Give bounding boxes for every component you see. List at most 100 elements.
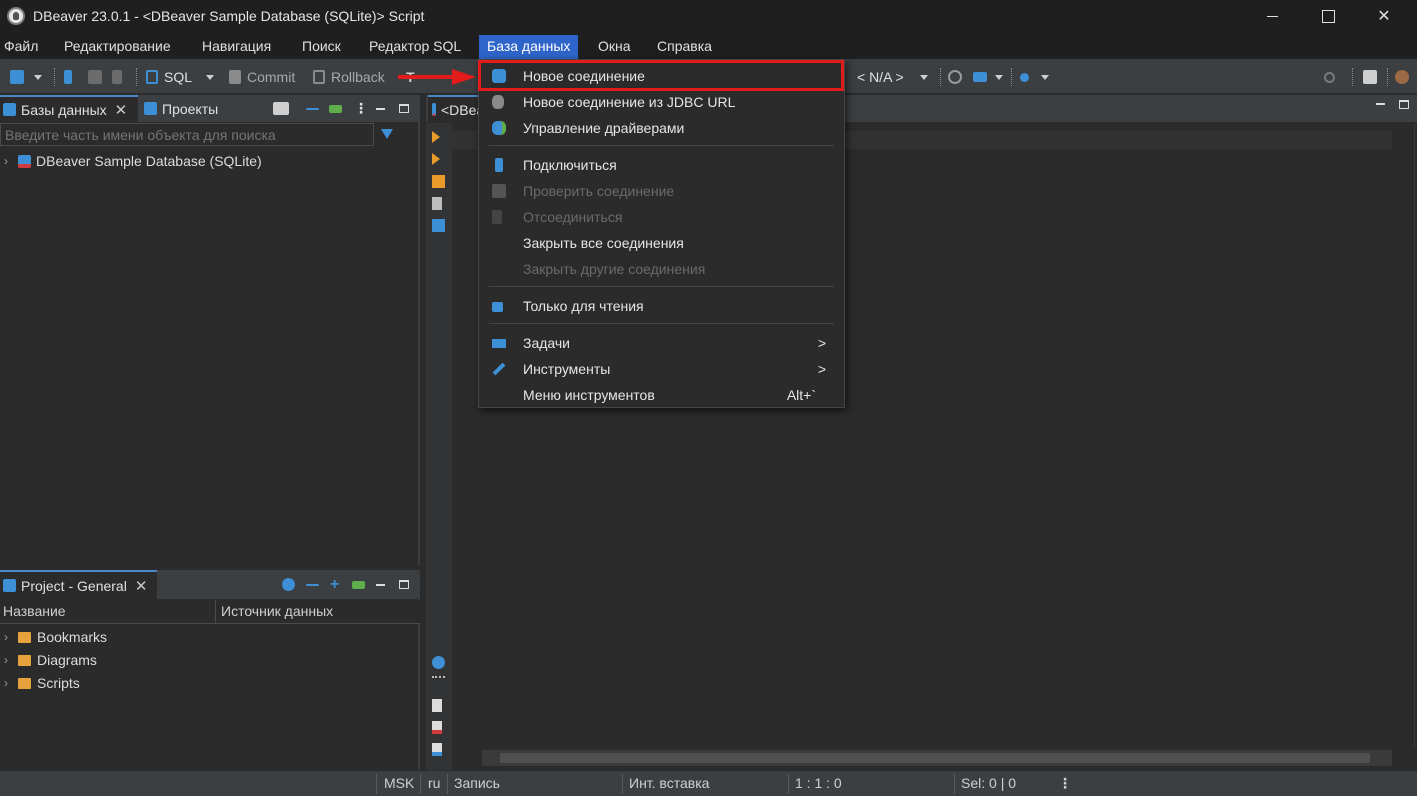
search-icon [1324, 71, 1335, 83]
maximize-panel-button[interactable] [399, 95, 409, 122]
lock-icon [492, 302, 503, 312]
commit-button[interactable]: Commit [229, 67, 295, 87]
menu-edit[interactable]: Редактирование [56, 35, 179, 59]
menu-window[interactable]: Окна [590, 35, 639, 59]
minimize-panel-button[interactable] [376, 95, 385, 122]
project-item-bookmarks[interactable]: › Bookmarks [4, 627, 107, 647]
menu-check-connection[interactable]: Проверить соединение [479, 178, 844, 204]
navigator-filter-input[interactable] [0, 123, 374, 146]
maximize-button[interactable] [1305, 0, 1351, 32]
more-icon[interactable] [432, 676, 445, 678]
menu-tasks[interactable]: Задачи > [479, 330, 844, 356]
dbeaver-perspective-button[interactable] [1395, 67, 1409, 87]
menu-search[interactable]: Поиск [294, 35, 349, 59]
toolbar-separator [136, 68, 137, 86]
tab-projects-label: Проекты [162, 100, 219, 117]
collapse-all-button[interactable] [306, 570, 324, 599]
project-table-header: Название Источник данных [0, 600, 420, 624]
menu-close-all-connections[interactable]: Закрыть все соединения [479, 230, 844, 256]
minimize-editor-button[interactable] [1376, 103, 1385, 105]
maximize-panel-button[interactable] [399, 570, 409, 599]
rollback-button[interactable]: Rollback [313, 67, 385, 87]
gauge-icon [948, 70, 962, 84]
connect-toolbar-button[interactable] [64, 67, 72, 87]
tab-databases[interactable]: Базы данных ✕ [0, 95, 138, 122]
minimize-panel-button[interactable] [376, 570, 385, 599]
check-connection-toolbar-button[interactable] [88, 67, 102, 87]
menu-database[interactable]: База данных [479, 35, 579, 59]
tools-icon [492, 362, 506, 376]
close-icon[interactable]: ✕ [115, 101, 128, 119]
link-editor-button[interactable] [352, 570, 370, 599]
close-icon[interactable]: ✕ [135, 577, 148, 595]
tab-projects[interactable]: Проекты [142, 95, 218, 122]
project-item-scripts[interactable]: › Scripts [4, 673, 80, 693]
minimize-button[interactable] [1249, 0, 1295, 32]
schema-selector[interactable]: < N/A > [843, 67, 928, 87]
menu-driver-manager[interactable]: Управление драйверами [479, 115, 844, 141]
column-name-header[interactable]: Название [3, 603, 66, 619]
menu-close-other-connections[interactable]: Закрыть другие соединения [479, 256, 844, 282]
menu-tools-menu[interactable]: Меню инструментов Alt+` [479, 382, 844, 408]
status-more-icon[interactable]: ⋮ [1058, 775, 1072, 792]
database-icon [492, 95, 504, 109]
configure-button[interactable] [282, 570, 300, 599]
menu-sql-editor[interactable]: Редактор SQL [361, 35, 469, 59]
tab-project-general[interactable]: Project - General ✕ [0, 570, 157, 599]
collapse-all-button[interactable] [306, 95, 324, 122]
expand-all-button[interactable]: + [330, 570, 339, 599]
chevron-down-icon [1041, 74, 1049, 80]
tasks-toolbar-button[interactable] [973, 67, 1003, 87]
commit-label: Commit [247, 69, 296, 85]
disconnect-toolbar-button[interactable] [112, 67, 122, 87]
database-menu-dropdown: Новое соединение Новое соединение из JDB… [478, 59, 845, 408]
plug-check-icon [88, 70, 102, 84]
sql-script-icon [146, 70, 158, 84]
collapse-icon [306, 583, 319, 586]
sql-editor-toolbar-button[interactable]: SQL [146, 67, 215, 87]
highlight-annotation-box [478, 60, 844, 91]
view-menu-button[interactable]: ⋮ [354, 95, 368, 122]
column-source-header[interactable]: Источник данных [221, 603, 333, 619]
status-separator [447, 774, 448, 794]
perspective-button[interactable] [1363, 67, 1377, 87]
menu-connect[interactable]: Подключиться [479, 152, 844, 178]
scrollbar-thumb[interactable] [500, 753, 1370, 763]
close-result-icon[interactable] [432, 721, 442, 734]
menu-navigate[interactable]: Навигация [194, 35, 279, 59]
export-icon[interactable] [432, 699, 442, 712]
filter-button[interactable] [381, 126, 393, 142]
global-search-button[interactable] [1324, 67, 1335, 87]
menu-bar: Файл Редактирование Навигация Поиск Реда… [0, 32, 1417, 59]
results-icon[interactable] [432, 743, 442, 756]
dashboard-toolbar-button[interactable] [948, 67, 962, 87]
settings-gear-icon[interactable] [432, 656, 445, 669]
maximize-editor-button[interactable] [1399, 100, 1409, 109]
sqlite-disconnected-icon [18, 154, 31, 168]
execute-script-icon[interactable] [432, 175, 445, 188]
menu-tools[interactable]: Инструменты > [479, 356, 844, 382]
console-icon[interactable] [432, 219, 445, 232]
menu-read-only[interactable]: Только для чтения [479, 293, 844, 319]
execute-statement-icon[interactable] [432, 131, 440, 143]
link-editor-button[interactable] [329, 95, 347, 122]
explain-plan-icon[interactable] [432, 197, 442, 210]
menu-help[interactable]: Справка [649, 35, 720, 59]
horizontal-scrollbar[interactable] [482, 750, 1392, 766]
execute-new-tab-icon[interactable] [432, 153, 440, 165]
project-item-diagrams[interactable]: › Diagrams [4, 650, 97, 670]
search-toolbar-button[interactable] [1020, 67, 1049, 87]
tab-sql-script[interactable]: <DBeaver Sample Database (SQLite)> Scrip… [428, 95, 482, 122]
menu-file[interactable]: Файл [0, 35, 46, 59]
scripts-folder-icon [18, 677, 31, 689]
menu-new-connection-jdbc[interactable]: Новое соединение из JDBC URL [479, 89, 844, 115]
status-separator [622, 774, 623, 794]
chevron-right-icon: › [4, 630, 8, 644]
drivers-icon [492, 121, 506, 135]
status-separator [420, 774, 421, 794]
close-window-button[interactable]: ✕ [1361, 0, 1407, 32]
menu-disconnect[interactable]: Отсоединиться [479, 204, 844, 230]
new-folder-button[interactable] [273, 95, 294, 122]
new-connection-toolbar-button[interactable] [10, 67, 42, 87]
tree-item-sample-database[interactable]: › DBeaver Sample Database (SQLite) [4, 151, 262, 171]
